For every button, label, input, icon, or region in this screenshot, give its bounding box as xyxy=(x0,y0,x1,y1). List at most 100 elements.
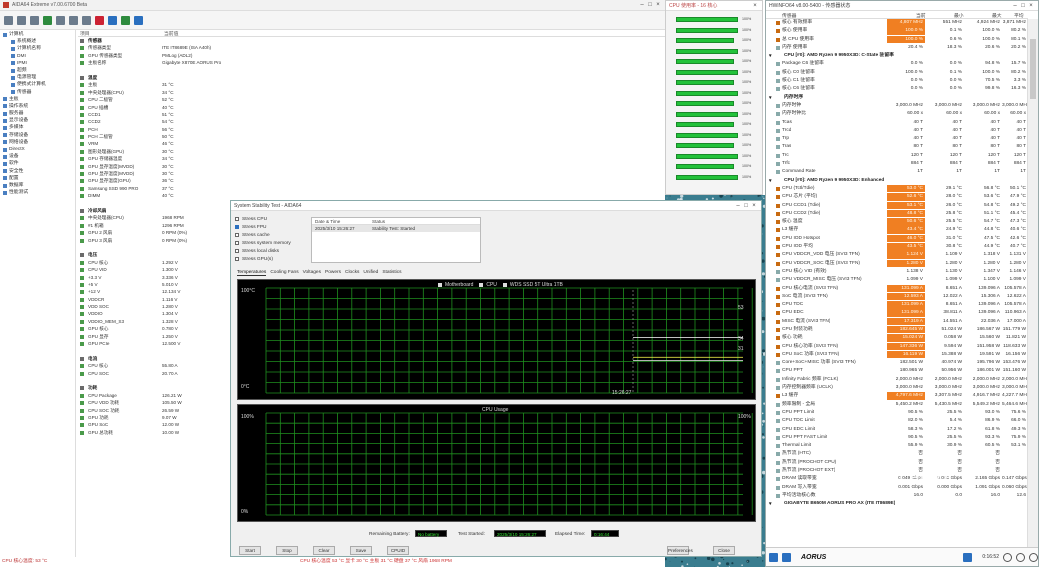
sensor-row[interactable]: CPU VDDCR_VDD 电压 (SVI3 TFN) 1.124 V 1.109 … xyxy=(766,251,1028,259)
column-field[interactable]: 项目 xyxy=(80,30,90,37)
log-row[interactable]: 2025/3/10 15:26:27 Stability Test: Start… xyxy=(312,225,480,232)
tree-item[interactable]: 电源管理 xyxy=(3,74,75,81)
sensor-row[interactable]: CPU TDC Limit 82.0 % 5.4 % 86.9 % 66.0 % xyxy=(766,417,1028,425)
col-current[interactable]: 当前 xyxy=(916,12,926,19)
sensor-row[interactable]: L3 缓存 4,797.6 MHz 3,307.5 MHz 4,916.7 MHz 4,… xyxy=(766,392,1028,400)
sensor-row[interactable]: VRM 46 °C xyxy=(78,140,665,147)
tree-item[interactable]: 便携式计算机 xyxy=(3,81,75,88)
sensor-row[interactable]: 中央处理器(CPU) 34 °C xyxy=(78,89,665,96)
sensor-row[interactable]: 核心 温度 50.6 °C 25.5 °C 54.7 °C 47.3 °C xyxy=(766,218,1028,226)
minimize-icon[interactable]: – xyxy=(638,2,646,8)
expand-icon[interactable]: ▾ xyxy=(769,177,772,185)
sensor-row[interactable]: CPU IOD 平均 43.5 °C 30.8 °C 44.9 °C 40.7 °C xyxy=(766,243,1028,251)
tree-item[interactable]: 传感器 xyxy=(3,89,75,96)
sensor-row[interactable]: 内存时钟比 60.00 x 60.00 x 60.00 x 60.00 x xyxy=(766,110,1028,118)
report-icon[interactable] xyxy=(56,15,65,25)
cpu-usage-titlebar[interactable]: CPU 使用率 - 16 核心 × xyxy=(666,1,762,11)
sensor-group-header[interactable]: ▾ CPU [#0]: AMD Ryzen 9 9950X3D: C-State … xyxy=(766,52,1028,61)
stress-button[interactable]: Save xyxy=(350,546,372,555)
stress-test-icon[interactable] xyxy=(108,15,117,25)
col-sensor[interactable]: 传感器 xyxy=(782,12,796,19)
sensor-row[interactable]: 内存时钟 3,000.0 MHz 3,000.0 MHz 3,000.0 MHz 3,0… xyxy=(766,102,1028,110)
refresh-icon[interactable] xyxy=(43,15,52,25)
menu-icon[interactable] xyxy=(4,15,13,25)
sensor-row[interactable]: 总 CPU 使用率 100.0 % 0.6 % 100.0 % 80.1 % xyxy=(766,35,1028,44)
sensor-row[interactable]: 核心 有效频率 4,807 MHz 551 MHz 4,924 MHz 3,871 MH… xyxy=(766,19,1028,27)
stress-option[interactable]: Stress FPU xyxy=(235,223,309,231)
sensor-row[interactable]: 主板名称 Gigabyte X870E AORUS Pro xyxy=(78,59,665,66)
tree-item[interactable]: DMI xyxy=(3,53,75,60)
sensor-group-header[interactable]: ▾ 内存时序 xyxy=(766,93,1028,102)
graph-tab[interactable]: Cooling Fans xyxy=(270,270,298,275)
sensor-row[interactable]: Package C6 驻留率 0.0 % 0.0 % 94.8 % 15.7 % xyxy=(766,60,1028,68)
stress-checkbox[interactable] xyxy=(235,249,239,253)
stress-button[interactable]: Clear xyxy=(313,546,335,555)
back-icon[interactable] xyxy=(17,15,26,25)
sensor-row[interactable]: CPU 核心 VID (有效) 1.138 V 1.130 V 1.347 V 1.14… xyxy=(766,268,1028,276)
sensor-row[interactable]: GPU 存储器温度 34 °C xyxy=(78,155,665,162)
legend-checkbox[interactable] xyxy=(502,283,507,287)
close-icon[interactable]: × xyxy=(1027,3,1035,9)
expand-icon[interactable]: ▾ xyxy=(769,52,772,60)
tree-item[interactable]: 计算机名称 xyxy=(3,45,75,52)
sensor-row[interactable]: GPU 显存温度(MVDD) 30 °C xyxy=(78,163,665,170)
sensor-row[interactable]: 核心 C6 驻留率 0.0 % 0.0 % 99.8 % 16.3 % xyxy=(766,85,1028,93)
sensor-row[interactable]: DIMM 40 °C xyxy=(78,192,665,199)
log-col-status[interactable]: Status xyxy=(372,219,385,224)
tree-item[interactable]: 系统概述 xyxy=(3,38,75,45)
sensor-row[interactable]: Thermal Limit 55.9 % 30.9 % 60.5 % 53.1 % xyxy=(766,442,1028,450)
col-min[interactable]: 最小 xyxy=(954,12,964,19)
sensor-row[interactable]: Trp 40 T 40 T 40 T 40 T xyxy=(766,135,1028,143)
search-icon[interactable] xyxy=(134,15,143,25)
graph-tab[interactable]: Clocks xyxy=(345,270,359,275)
close-icon[interactable]: × xyxy=(751,3,759,9)
tree-item[interactable]: 显示设备 xyxy=(3,117,75,124)
tree-item[interactable]: 数据库 xyxy=(3,182,75,189)
close-icon[interactable] xyxy=(1029,552,1038,562)
sensor-row[interactable]: CPU PPT FAST Limit 90.5 % 25.5 % 93.3 % 75.9… xyxy=(766,434,1028,442)
col-max[interactable]: 最大 xyxy=(992,12,1002,19)
tree-item[interactable]: 服务器 xyxy=(3,110,75,117)
sensor-row[interactable]: CPU VDDCR_SOC 电压 (SVI3 TFN) 1.280 V 1.280 … xyxy=(766,259,1028,268)
sensor-row[interactable]: CCD1 51 °C xyxy=(78,111,665,118)
hwinfo-titlebar[interactable]: HWiNFO64 v8.00-5400 - 传感器状态 – □ × xyxy=(766,1,1038,11)
sensor-row[interactable]: CPU 芯片 (平均) 52.6 °C 28.0 °C 53.6 °C 47.9 °C xyxy=(766,193,1028,201)
graph-tab[interactable]: Statistics xyxy=(382,270,401,275)
legend-checkbox[interactable] xyxy=(438,283,442,287)
tree-item[interactable]: 性能测试 xyxy=(3,189,75,196)
sensor-row[interactable]: CPU 二极管 52 °C xyxy=(78,96,665,103)
stress-option[interactable]: Stress GPU(s) xyxy=(235,255,309,263)
tree-item[interactable]: 多媒体 xyxy=(3,124,75,131)
graph-tab[interactable]: Voltages xyxy=(303,270,321,275)
tree-item[interactable]: DirectX xyxy=(3,146,75,153)
sensor-row[interactable]: Trc 120 T 120 T 120 T 120 T xyxy=(766,152,1028,160)
minimize-icon[interactable]: – xyxy=(1011,3,1019,9)
stress-option[interactable]: Stress cache xyxy=(235,231,309,239)
sensor-row[interactable]: 图形处理器(GPU) 30 °C xyxy=(78,148,665,155)
sensor-row[interactable]: CPU (Tctl/Tdie) 53.0 °C 29.1 °C 56.8 °C 50.1… xyxy=(766,184,1028,193)
clock-icon[interactable] xyxy=(1003,552,1012,562)
sensor-row[interactable]: SoC 电流 (SVI3 TFN) 12.593 A 12.022 A 15.306 … xyxy=(766,292,1028,301)
memory-icon[interactable] xyxy=(69,15,78,25)
graph-tab[interactable]: Powers xyxy=(325,270,341,275)
tree-item[interactable]: 配置 xyxy=(3,175,75,182)
sensor-row[interactable]: CPU TDC 131.099 A 8.651 A 139.096 A 105.578 … xyxy=(766,301,1028,309)
stress-button[interactable]: Preferences xyxy=(667,546,693,555)
legend-checkbox[interactable] xyxy=(479,283,484,287)
nav-left-icon[interactable] xyxy=(769,552,778,562)
forward-icon[interactable] xyxy=(30,15,39,25)
sensor-row[interactable]: Samsung SSD 990 PRO 37 °C xyxy=(78,185,665,192)
sensor-row[interactable]: CPU CCD2 (Tdie) 48.8 °C 25.8 °C 51.1 °C 45.4… xyxy=(766,209,1028,218)
sensor-row[interactable]: L3 缓存 43.4 °C 24.9 °C 44.8 °C 40.6 °C xyxy=(766,226,1028,234)
stress-option[interactable]: Stress CPU xyxy=(235,215,309,223)
graph-tab[interactable]: Unified xyxy=(363,270,378,275)
stress-checkbox[interactable] xyxy=(235,225,239,229)
maximize-icon[interactable]: □ xyxy=(742,203,750,209)
sensor-row[interactable]: Command Rate 1T 1T 1T 1T xyxy=(766,168,1028,176)
col-avg[interactable]: 平均 xyxy=(1014,12,1024,19)
sensor-row[interactable]: Tras 80 T 80 T 80 T 80 T xyxy=(766,143,1028,151)
sensor-row[interactable]: CPU SoC 功率 (SVI3 TFN) 16.119 W 15.388 W 19.… xyxy=(766,350,1028,359)
legend-item[interactable]: Motherboard xyxy=(438,282,473,288)
osd-icon[interactable] xyxy=(95,15,104,25)
maximize-icon[interactable]: □ xyxy=(646,2,654,8)
